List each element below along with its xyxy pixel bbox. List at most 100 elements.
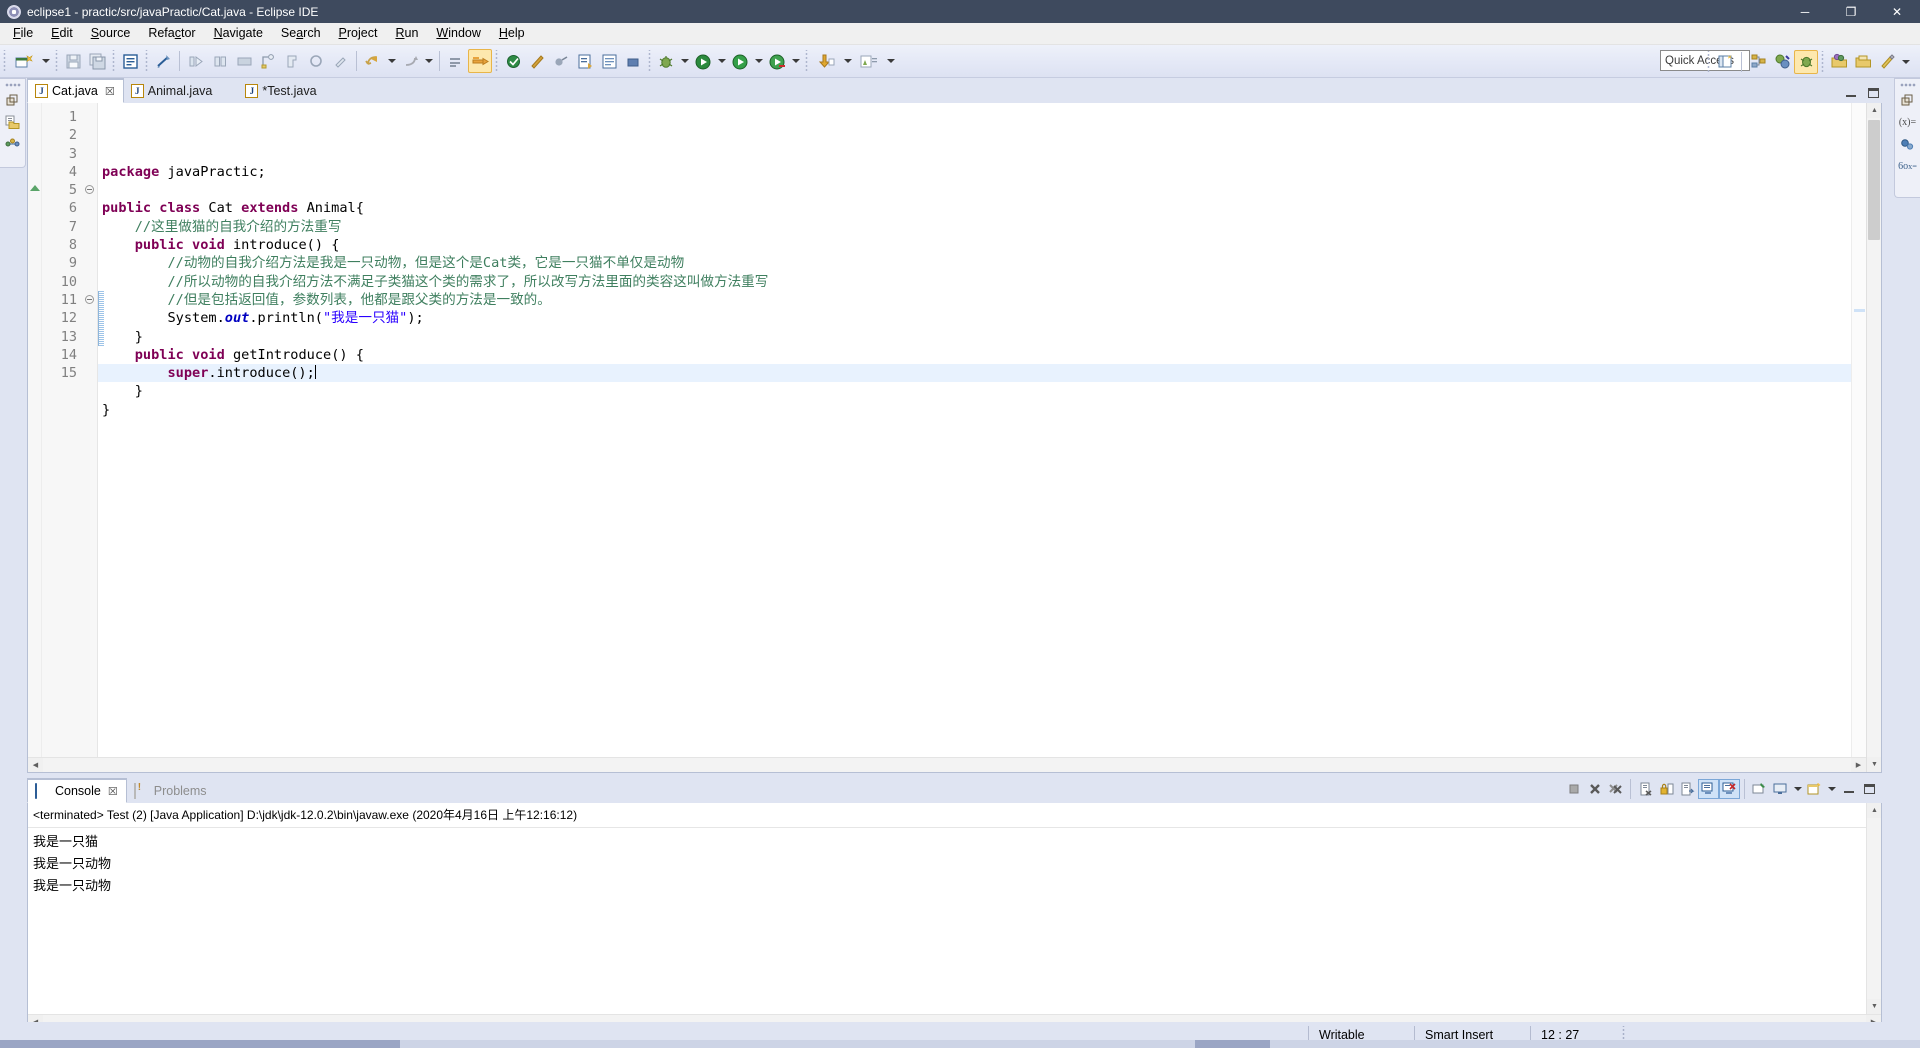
skip-all-breakpoints-icon[interactable] [444, 49, 468, 73]
new-java-package-icon[interactable] [256, 49, 280, 73]
editor-text-body[interactable]: 1 2 3 4 5 6 7 8 9 10 11 12 13 14 15 package javaPracti… [27, 103, 1882, 773]
maximize-icon[interactable] [1859, 779, 1880, 799]
scroll-up-arrow-icon[interactable]: ▲ [1867, 103, 1881, 118]
save-all-icon[interactable] [85, 49, 109, 73]
debug-icon[interactable] [654, 49, 678, 73]
code-line[interactable] [98, 419, 1851, 437]
terminate-icon[interactable] [1563, 779, 1584, 799]
coverage-dropdown-icon[interactable] [789, 49, 802, 73]
link-with-editor-icon[interactable] [151, 49, 175, 73]
menu-refactor[interactable]: Refactor [139, 23, 204, 44]
fold-slot[interactable] [82, 145, 97, 163]
menu-window[interactable]: Window [427, 23, 489, 44]
left-stack-drag-handle[interactable] [4, 81, 21, 88]
remove-all-terminated-icon[interactable] [1605, 779, 1626, 799]
scroll-down-arrow-icon[interactable]: ▼ [1867, 999, 1881, 1014]
menu-edit[interactable]: Edit [42, 23, 82, 44]
view-tab-problems[interactable]: Problems [127, 779, 215, 803]
word-wrap-icon[interactable] [1677, 779, 1698, 799]
restore-icon[interactable] [3, 89, 23, 111]
editor-tab-test-java[interactable]: J *Test.java [238, 79, 324, 103]
fold-slot[interactable] [82, 273, 97, 291]
run-as-icon[interactable] [728, 49, 752, 73]
toolbar-drag-handle[interactable] [2, 50, 7, 72]
open-folder-icon[interactable] [1851, 50, 1875, 74]
menu-project[interactable]: Project [330, 23, 387, 44]
coverage-icon[interactable] [765, 49, 789, 73]
remove-launch-icon[interactable] [1584, 779, 1605, 799]
scroll-down-arrow-icon[interactable]: ▼ [1867, 757, 1881, 772]
folding-ruler[interactable] [82, 103, 98, 772]
save-icon[interactable] [61, 49, 85, 73]
annotation-ruler[interactable] [28, 103, 42, 772]
code-line[interactable]: super.introduce(); [98, 364, 1851, 383]
menu-search[interactable]: Search [272, 23, 330, 44]
fold-slot[interactable] [82, 236, 97, 254]
variables-icon[interactable]: (x)= [1898, 111, 1918, 133]
console-output-body[interactable]: <terminated> Test (2) [Java Application]… [27, 803, 1882, 1030]
run-dropdown-icon[interactable] [715, 49, 728, 73]
code-line[interactable]: public void getIntroduce() { [98, 346, 1851, 364]
java-perspective-icon[interactable] [1746, 50, 1770, 74]
fold-collapse-icon[interactable] [82, 181, 97, 199]
open-type-icon[interactable] [280, 49, 304, 73]
new-wizard-icon[interactable] [9, 49, 39, 73]
previous-annotation-icon[interactable] [208, 49, 232, 73]
fold-slot[interactable] [82, 126, 97, 144]
toggle-breakpoint-icon[interactable] [501, 49, 525, 73]
package-explorer-icon[interactable] [3, 111, 23, 133]
fold-slot[interactable] [82, 218, 97, 236]
java-export-icon[interactable] [811, 49, 841, 73]
open-perspective-icon[interactable] [1713, 50, 1737, 74]
code-line[interactable]: //但是包括返回值，参数列表，他都是跟父类的方法是一致的。 [98, 291, 1851, 309]
editor-vertical-scrollbar[interactable]: ▲ ▼ [1866, 103, 1881, 772]
console-vertical-scrollbar[interactable]: ▲ ▼ [1866, 803, 1881, 1014]
minimize-button[interactable]: ─ [1782, 0, 1828, 23]
external-tools-icon[interactable] [525, 49, 549, 73]
menu-source[interactable]: Source [82, 23, 140, 44]
fold-slot[interactable] [82, 328, 97, 346]
open-resource-icon[interactable] [1827, 50, 1851, 74]
code-line[interactable]: } [98, 401, 1851, 419]
open-console-dropdown-icon[interactable] [1825, 777, 1838, 801]
run-as-dropdown-icon[interactable] [752, 49, 765, 73]
fold-slot[interactable] [82, 346, 97, 364]
menu-file[interactable]: File [4, 23, 42, 44]
breakpoints-icon[interactable] [1898, 133, 1918, 155]
fold-slot[interactable] [82, 163, 97, 181]
view-tab-console[interactable]: Console ☒ [27, 778, 127, 803]
open-task-list-icon[interactable] [597, 49, 621, 73]
run-last-tool-icon[interactable] [573, 49, 597, 73]
forward-dropdown-icon[interactable] [422, 49, 435, 73]
menu-help[interactable]: Help [490, 23, 534, 44]
overview-ruler-marker[interactable] [1854, 309, 1865, 313]
open-console-icon[interactable] [1804, 779, 1825, 799]
expressions-icon[interactable]: 6o x= [1898, 155, 1918, 177]
minimize-icon[interactable] [1838, 779, 1859, 799]
profile-dropdown-icon[interactable] [884, 49, 897, 73]
code-line[interactable]: public class Cat extends Animal{ [98, 199, 1851, 217]
editor-tab-animal-java[interactable]: J Animal.java [124, 79, 221, 103]
scroll-lock-icon[interactable] [1656, 779, 1677, 799]
right-stack-drag-handle[interactable] [1899, 81, 1916, 88]
customize-icon[interactable] [1875, 50, 1899, 74]
fold-slot[interactable] [82, 199, 97, 217]
java-export-dropdown-icon[interactable] [841, 49, 854, 73]
close-icon[interactable]: ☒ [105, 85, 115, 98]
next-annotation-icon[interactable] [184, 49, 208, 73]
java-browsing-icon[interactable] [1770, 50, 1794, 74]
code-line[interactable]: } [98, 328, 1851, 346]
perspective-dropdown-icon[interactable] [1899, 50, 1912, 74]
close-icon[interactable]: ☒ [108, 785, 118, 798]
maximize-icon[interactable] [1866, 86, 1880, 100]
fold-collapse-icon[interactable] [82, 291, 97, 309]
code-line[interactable]: public void introduce() { [98, 236, 1851, 254]
scroll-right-arrow-icon[interactable]: ▶ [1851, 757, 1866, 772]
forward-icon[interactable] [398, 49, 422, 73]
pin-console-icon[interactable] [1749, 779, 1770, 799]
last-edit-location-icon[interactable] [328, 49, 352, 73]
clear-console-icon[interactable] [1635, 779, 1656, 799]
scroll-left-arrow-icon[interactable]: ◀ [28, 757, 43, 772]
menu-run[interactable]: Run [386, 23, 427, 44]
debug-perspective-icon[interactable] [1794, 49, 1818, 74]
